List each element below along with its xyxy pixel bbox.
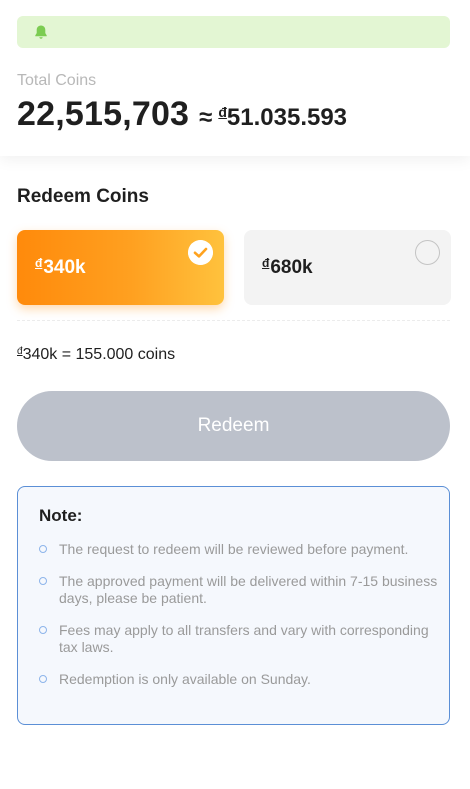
note-item: Redemption is only available on Sunday.	[39, 671, 439, 688]
total-money-value: 51.035.593	[226, 104, 348, 131]
currency-symbol: đ	[262, 255, 270, 270]
bullet-icon	[39, 626, 47, 634]
total-coins-label: Total Coins	[17, 72, 97, 89]
option-amount: 680k	[270, 256, 313, 278]
option-amount: 340k	[43, 256, 86, 278]
divider	[17, 320, 450, 321]
conversion-value: 340k = 155.000 coins	[22, 346, 176, 363]
option-label: đ 340k	[35, 255, 86, 279]
redeem-section-title: Redeem Coins	[17, 186, 149, 207]
bullet-icon	[39, 577, 47, 585]
bullet-icon	[39, 545, 47, 553]
redeem-button[interactable]: Redeem	[17, 391, 450, 461]
currency-symbol: đ	[17, 346, 23, 357]
note-item: The approved payment will be delivered w…	[39, 573, 439, 607]
note-item-text: The approved payment will be delivered w…	[59, 573, 438, 606]
redeem-option-340k[interactable]: đ 340k	[17, 230, 224, 305]
bell-icon	[35, 25, 47, 39]
note-list: The request to redeem will be reviewed b…	[39, 541, 439, 703]
currency-symbol: đ	[35, 255, 43, 270]
note-item: Fees may apply to all transfers and vary…	[39, 622, 439, 656]
note-box: Note: The request to redeem will be revi…	[17, 486, 450, 725]
redeem-option-680k[interactable]: đ 680k	[244, 230, 451, 305]
bullet-icon	[39, 675, 47, 683]
radio-unchecked-icon[interactable]	[415, 240, 440, 265]
note-item-text: Fees may apply to all transfers and vary…	[59, 622, 429, 655]
total-coins-row: 22,515,703 ≈ đ 51.035.593	[17, 95, 347, 135]
currency-symbol: đ	[218, 104, 227, 120]
notice-bar[interactable]	[17, 16, 450, 48]
note-item-text: Redemption is only available on Sunday.	[59, 671, 311, 687]
option-label: đ 680k	[262, 255, 313, 279]
conversion-text: đ 340k = 155.000 coins	[17, 346, 175, 364]
total-coins-value: 22,515,703	[17, 95, 190, 133]
balance-card: Total Coins 22,515,703 ≈ đ 51.035.593	[0, 0, 470, 156]
check-icon	[188, 240, 213, 265]
note-item: The request to redeem will be reviewed b…	[39, 541, 439, 558]
approx-symbol: ≈	[199, 104, 213, 131]
note-item-text: The request to redeem will be reviewed b…	[59, 541, 409, 557]
note-title: Note:	[39, 506, 83, 525]
